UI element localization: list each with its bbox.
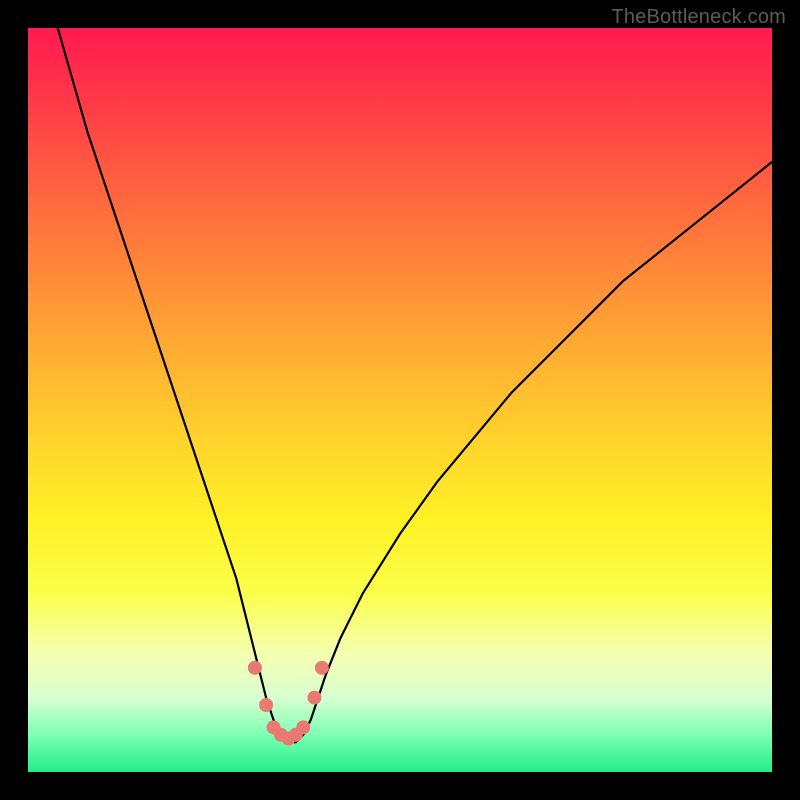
plot-area <box>28 28 772 772</box>
data-point <box>248 661 262 675</box>
data-point <box>296 720 310 734</box>
data-point <box>315 661 329 675</box>
chart-svg <box>28 28 772 772</box>
bottleneck-curve <box>58 28 772 742</box>
watermark-text: TheBottleneck.com <box>611 6 786 29</box>
chart-frame: TheBottleneck.com <box>0 0 800 800</box>
data-point <box>307 691 321 705</box>
data-point <box>259 698 273 712</box>
